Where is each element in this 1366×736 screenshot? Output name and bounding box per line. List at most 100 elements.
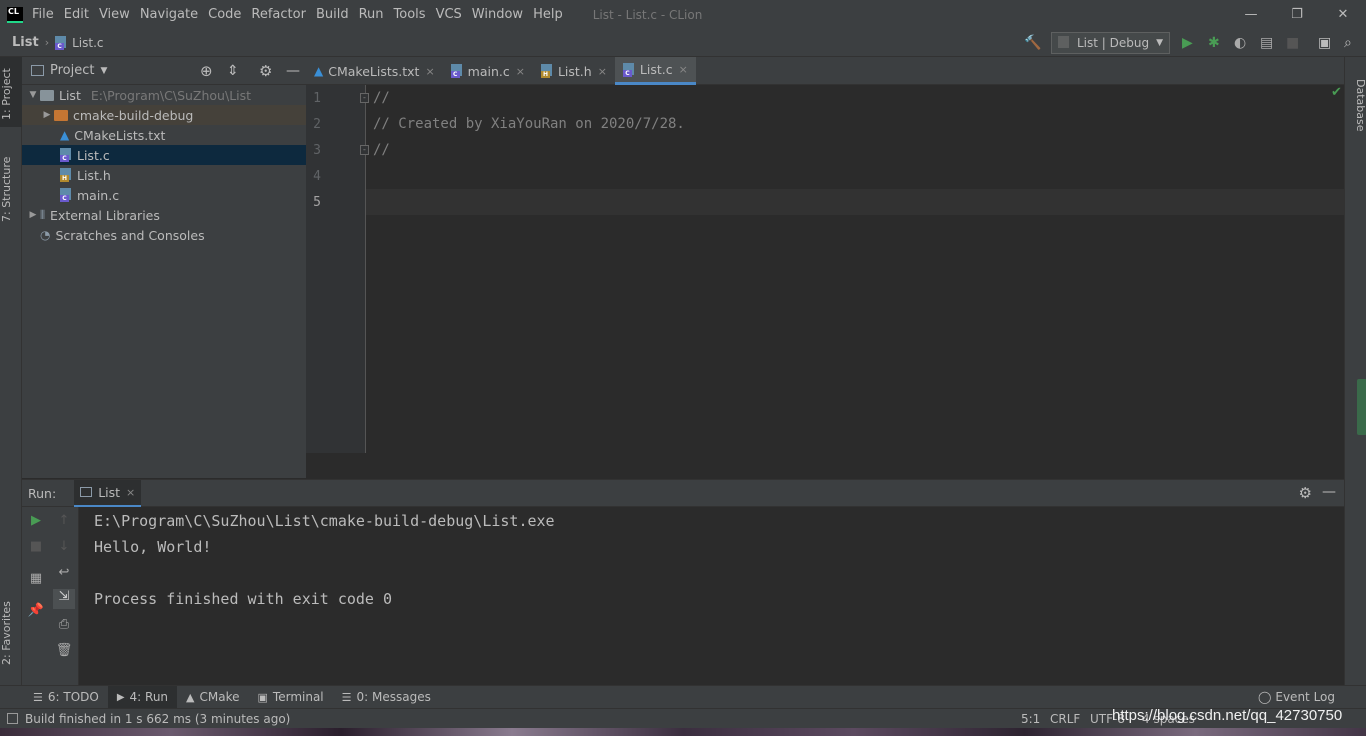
menu-file[interactable]: File [27, 7, 59, 22]
down-arrow-icon[interactable]: ↓ [50, 539, 78, 554]
tab-list-h[interactable]: H List.h × [533, 57, 615, 85]
tree-item-cmakelists[interactable]: ▲ CMakeLists.txt [22, 125, 306, 145]
tab-messages[interactable]: ☰ 0: Messages [333, 686, 440, 709]
run-config-select[interactable]: List | Debug ▼ [1051, 32, 1170, 54]
tab-cmakelists[interactable]: ▲ CMakeLists.txt × [306, 57, 443, 85]
close-tab-icon[interactable]: × [598, 65, 607, 78]
tab-label: List.c [639, 62, 673, 77]
tab-todo[interactable]: ☰ 6: TODO [24, 686, 108, 709]
tree-item-cmake-build-debug[interactable]: ▶ cmake-build-debug [22, 105, 306, 125]
project-panel-title[interactable]: Project [50, 63, 94, 78]
breadcrumb-separator-icon: › [44, 36, 50, 49]
stop-icon[interactable]: ■ [1286, 35, 1299, 51]
code-line-2[interactable]: // Created by XiaYouRan on 2020/7/28. [373, 116, 685, 132]
rerun-icon[interactable]: ▶ [22, 513, 50, 528]
cmake-file-icon: ▲ [314, 64, 324, 78]
toggle-tool-windows-icon[interactable] [7, 713, 18, 724]
tab-favorites[interactable]: 2: Favorites [0, 593, 22, 673]
tree-root-list[interactable]: ▼ List E:\Program\C\SuZhou\List [22, 85, 306, 105]
menu-window[interactable]: Window [467, 7, 528, 22]
search-icon[interactable]: ⌕ [1344, 35, 1352, 51]
menu-vcs[interactable]: VCS [431, 7, 467, 22]
status-message[interactable]: Build finished in 1 s 662 ms (3 minutes … [25, 712, 290, 726]
restore-layout-icon[interactable]: ▦ [22, 571, 50, 586]
tab-structure[interactable]: 7: Structure [0, 149, 22, 229]
stop-icon[interactable]: ■ [22, 539, 50, 554]
menu-tools[interactable]: Tools [389, 7, 431, 22]
code-line-1[interactable]: // [373, 90, 390, 106]
pin-icon[interactable]: 📌 [22, 603, 50, 618]
gear-icon[interactable]: ⚙ [259, 62, 272, 80]
restore-button[interactable]: ❐ [1274, 0, 1320, 29]
breadcrumb-file[interactable]: C List.c [49, 35, 104, 50]
tab-run[interactable]: ▶ 4: Run [107, 685, 178, 709]
menu-refactor[interactable]: Refactor [246, 7, 311, 22]
tab-cmake[interactable]: ▲ CMake [177, 686, 248, 709]
close-tab-icon[interactable]: × [679, 63, 688, 76]
menu-edit[interactable]: Edit [59, 7, 94, 22]
locate-file-icon[interactable]: ⊕ [200, 62, 213, 80]
hide-panel-icon[interactable]: — [1322, 484, 1336, 500]
close-window-button[interactable]: ✕ [1320, 0, 1366, 29]
tree-item-list-c[interactable]: C List.c [22, 145, 306, 165]
right-tool-strip: Database [1344, 57, 1366, 685]
run-panel: Run: List × ⚙ — ▶ ■ ▦ 📌 ↑ ↓ ↩ ⇲ ⎙ 🗑 E:\P… [22, 479, 1344, 686]
line-separator[interactable]: CRLF [1050, 712, 1080, 726]
menu-help[interactable]: Help [528, 7, 568, 22]
menu-navigate[interactable]: Navigate [135, 7, 203, 22]
tab-terminal[interactable]: ▣ Terminal [249, 686, 333, 709]
terminal-icon: ▣ [257, 690, 268, 704]
tab-main-c[interactable]: C main.c × [443, 57, 533, 85]
fold-icon[interactable]: - [360, 145, 369, 155]
print-icon[interactable]: ⎙ [50, 617, 78, 632]
libraries-icon: ⫴ [40, 207, 46, 222]
hide-panel-icon[interactable]: — [286, 63, 300, 79]
soft-wrap-icon[interactable]: ↩ [50, 565, 78, 580]
c-file-icon: C [60, 148, 72, 162]
layout-icon[interactable]: ▣ [1318, 35, 1331, 51]
run-tab-list[interactable]: List × [74, 479, 142, 507]
tab-list-c[interactable]: C List.c × [614, 57, 696, 85]
debug-bug-icon[interactable]: ✱ [1208, 35, 1220, 51]
breadcrumb-project[interactable]: List [0, 35, 39, 50]
tree-scratches[interactable]: ◔ Scratches and Consoles [22, 225, 306, 245]
gear-icon[interactable]: ⚙ [1299, 484, 1312, 502]
scratches-icon: ◔ [40, 228, 51, 242]
c-file-icon: C [55, 35, 67, 50]
menu-run[interactable]: Run [354, 7, 389, 22]
profile-icon[interactable]: ▤ [1260, 35, 1273, 51]
up-arrow-icon[interactable]: ↑ [50, 513, 78, 528]
minimize-button[interactable]: — [1228, 0, 1274, 29]
run-icon[interactable]: ▶ [1182, 35, 1193, 51]
caret-position[interactable]: 5:1 [1021, 712, 1040, 726]
tab-label: List.h [557, 63, 592, 79]
chevron-down-icon[interactable]: ▼ [100, 66, 107, 76]
tab-project[interactable]: 1: Project [0, 63, 22, 125]
tree-external-libraries[interactable]: ▶ ⫴ External Libraries [22, 205, 306, 225]
collapsed-arrow-icon[interactable]: ▶ [26, 210, 40, 220]
event-log-button[interactable]: ◯ Event Log [1249, 686, 1344, 709]
menu-view[interactable]: View [94, 7, 135, 22]
trash-icon[interactable]: 🗑 [50, 643, 78, 658]
desktop-wallpaper-strip [0, 728, 1366, 736]
scroll-to-end-icon[interactable]: ⇲ [53, 589, 75, 609]
tab-todo-label: 6: TODO [47, 690, 99, 704]
expanded-arrow-icon[interactable]: ▼ [26, 90, 40, 100]
fold-icon[interactable]: - [360, 93, 369, 103]
close-tab-icon[interactable]: × [126, 486, 135, 499]
build-hammer-icon[interactable]: 🔨 [1024, 35, 1041, 51]
code-line-3[interactable]: // [373, 142, 390, 158]
close-tab-icon[interactable]: × [425, 65, 434, 78]
tab-database[interactable]: Database [1345, 65, 1366, 145]
collapse-all-icon[interactable]: ⇕ [227, 63, 239, 79]
menu-code[interactable]: Code [203, 7, 246, 22]
editor-tabs: ▲ CMakeLists.txt × C main.c × H List.h ×… [306, 57, 1344, 85]
menu-build[interactable]: Build [311, 7, 354, 22]
h-file-icon: H [60, 168, 72, 182]
close-tab-icon[interactable]: × [516, 65, 525, 78]
tree-item-main-c[interactable]: C main.c [22, 185, 306, 205]
tree-item-list-h[interactable]: H List.h [22, 165, 306, 185]
console-line: Process finished with exit code 0 [94, 590, 393, 608]
collapsed-arrow-icon[interactable]: ▶ [40, 110, 54, 120]
coverage-icon[interactable]: ◐ [1234, 35, 1246, 51]
